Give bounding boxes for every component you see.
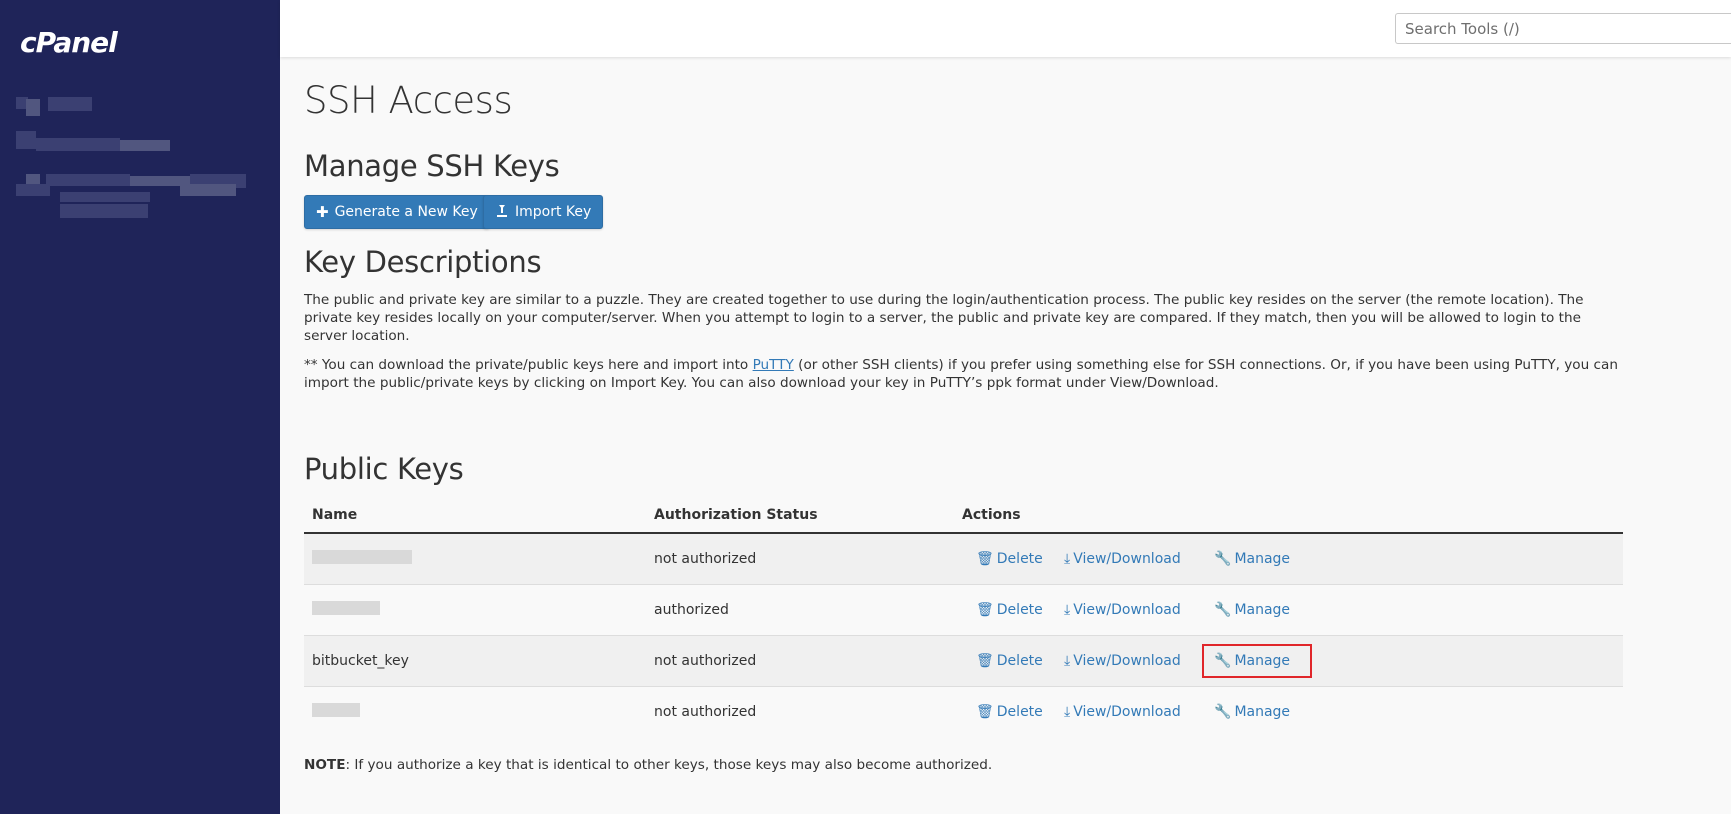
key-actions-cell: 🗑 Delete ⤓ View/Download 🔧 Manage [954,583,1623,635]
manage-link[interactable]: 🔧 Manage [1214,704,1290,720]
redacted-key-name [312,600,380,615]
manage-link[interactable]: 🔧 Manage [1214,551,1290,567]
key-name-cell: bitbucket_key [304,634,646,686]
trash-icon: 🗑 [976,652,994,669]
authorization-note: NOTE: If you authorize a key that is ide… [304,757,992,773]
key-descriptions-heading: Key Descriptions [304,245,542,279]
view-download-link[interactable]: ⤓ View/Download [1064,602,1214,618]
sidebar: cPanel [0,0,280,814]
table-header-row: Name Authorization Status Actions [304,497,1623,534]
page-title: SSH Access [304,79,513,122]
key-actions-cell: 🗑 Delete ⤓ View/Download 🔧 Manage [954,634,1623,686]
cpanel-logo[interactable]: cPanel [20,26,118,59]
wrench-icon: 🔧 [1214,601,1232,618]
delete-link[interactable]: 🗑 Delete [976,704,1064,720]
putty-info-paragraph: ** You can download the private/public k… [304,357,1618,391]
public-keys-table: Name Authorization Status Actions not au… [304,497,1623,737]
view-download-link[interactable]: ⤓ View/Download [1064,551,1214,567]
wrench-icon: 🔧 [1214,703,1232,720]
search-tools-input[interactable] [1395,13,1731,44]
key-actions-cell: 🗑 Delete ⤓ View/Download 🔧 Manage [954,532,1623,584]
trash-icon: 🗑 [976,550,994,567]
download-icon: ⤓ [1064,601,1071,618]
key-name-cell [304,583,646,635]
table-row: authorized 🗑 Delete ⤓ View/Download 🔧 Manag… [304,583,1623,635]
view-download-link[interactable]: ⤓ View/Download [1064,704,1214,720]
key-status-cell: not authorized [646,532,954,584]
view-download-link[interactable]: ⤓ View/Download [1064,653,1214,669]
column-header-name[interactable]: Name [304,497,646,534]
plus-icon: ✚ [316,203,329,221]
key-name-cell [304,685,646,737]
key-status-cell: not authorized [646,634,954,686]
key-status-cell: authorized [646,583,954,635]
table-row: not authorized 🗑 Delete ⤓ View/Download 🔧 M… [304,685,1623,737]
trash-icon: 🗑 [976,601,994,618]
wrench-icon: 🔧 [1214,550,1232,567]
column-header-status[interactable]: Authorization Status [646,497,954,534]
manage-link[interactable]: 🔧 Manage [1214,602,1290,618]
delete-link[interactable]: 🗑 Delete [976,551,1064,567]
redacted-key-name [312,549,412,564]
column-header-actions: Actions [954,497,1623,534]
wrench-icon: 🔧 [1214,652,1232,669]
table-row: not authorized 🗑 Delete ⤓ View/Download 🔧 M… [304,532,1623,584]
import-key-button[interactable]: Import Key [483,195,604,229]
download-icon: ⤓ [1064,550,1071,567]
note-text: : If you authorize a key that is identic… [345,757,993,773]
note-label: NOTE [304,757,346,773]
key-status-cell: not authorized [646,685,954,737]
delete-link[interactable]: 🗑 Delete [976,653,1064,669]
table-row: bitbucket_key not authorized 🗑 Delete ⤓ Vi… [304,634,1623,686]
trash-icon: 🗑 [976,703,994,720]
putty-link[interactable]: PuTTY [753,357,794,373]
key-actions-cell: 🗑 Delete ⤓ View/Download 🔧 Manage [954,685,1623,737]
manage-ssh-keys-heading: Manage SSH Keys [304,149,560,183]
manage-link-highlighted[interactable]: 🔧 Manage [1201,643,1313,678]
import-key-label: Import Key [515,204,592,220]
redacted-key-name [312,702,360,717]
generate-new-key-button[interactable]: ✚ Generate a New Key [304,195,490,229]
download-icon: ⤓ [1064,703,1071,720]
download-icon: ⤓ [1064,652,1071,669]
key-description-paragraph: The public and private key are similar t… [304,292,1584,344]
import-icon [495,203,509,221]
public-keys-heading: Public Keys [304,452,464,486]
key-name-cell [304,532,646,584]
generate-new-key-label: Generate a New Key [334,204,478,220]
delete-link[interactable]: 🗑 Delete [976,602,1064,618]
